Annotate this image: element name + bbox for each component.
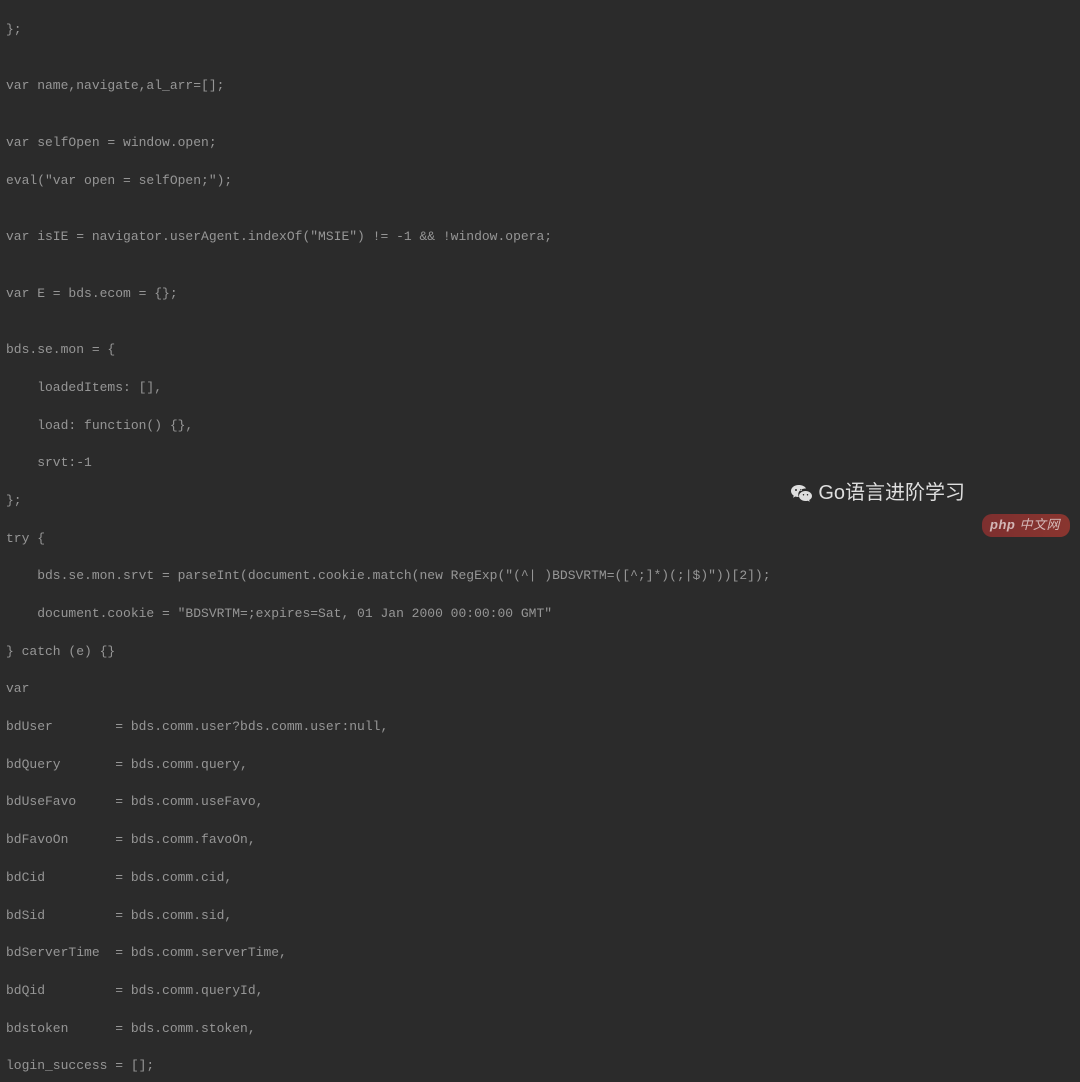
code-line: document.cookie = "BDSVRTM=;expires=Sat,… bbox=[6, 605, 1074, 624]
code-line: bdSid = bds.comm.sid, bbox=[6, 907, 1074, 926]
code-line: bdCid = bds.comm.cid, bbox=[6, 869, 1074, 888]
code-line: var name,navigate,al_arr=[]; bbox=[6, 77, 1074, 96]
code-line: bdQuery = bds.comm.query, bbox=[6, 756, 1074, 775]
code-line: eval("var open = selfOpen;"); bbox=[6, 172, 1074, 191]
code-line: var E = bds.ecom = {}; bbox=[6, 285, 1074, 304]
code-line: var selfOpen = window.open; bbox=[6, 134, 1074, 153]
code-line: bdFavoOn = bds.comm.favoOn, bbox=[6, 831, 1074, 850]
php-prefix: php bbox=[990, 517, 1015, 532]
code-line: var isIE = navigator.userAgent.indexOf("… bbox=[6, 228, 1074, 247]
code-line: } catch (e) {} bbox=[6, 643, 1074, 662]
php-suffix: 中文网 bbox=[1015, 517, 1060, 532]
php-watermark: php 中文网 bbox=[982, 514, 1070, 537]
code-line: bdstoken = bds.comm.stoken, bbox=[6, 1020, 1074, 1039]
code-line: loadedItems: [], bbox=[6, 379, 1074, 398]
code-line: try { bbox=[6, 530, 1074, 549]
code-editor-area: }; var name,navigate,al_arr=[]; var self… bbox=[0, 0, 1080, 1082]
code-line: var bbox=[6, 680, 1074, 699]
code-line: login_success = []; bbox=[6, 1057, 1074, 1076]
wechat-icon bbox=[790, 482, 814, 506]
code-line: bds.se.mon.srvt = parseInt(document.cook… bbox=[6, 567, 1074, 586]
code-line: bdServerTime = bds.comm.serverTime, bbox=[6, 944, 1074, 963]
wechat-watermark-text: Go语言进阶学习 bbox=[818, 479, 965, 508]
code-line: bdQid = bds.comm.queryId, bbox=[6, 982, 1074, 1001]
code-line: bdUseFavo = bds.comm.useFavo, bbox=[6, 793, 1074, 812]
code-line: }; bbox=[6, 21, 1074, 40]
code-line: bds.se.mon = { bbox=[6, 341, 1074, 360]
code-line: load: function() {}, bbox=[6, 417, 1074, 436]
wechat-watermark: Go语言进阶学习 bbox=[790, 479, 965, 508]
code-line: srvt:-1 bbox=[6, 454, 1074, 473]
code-line: bdUser = bds.comm.user?bds.comm.user:nul… bbox=[6, 718, 1074, 737]
